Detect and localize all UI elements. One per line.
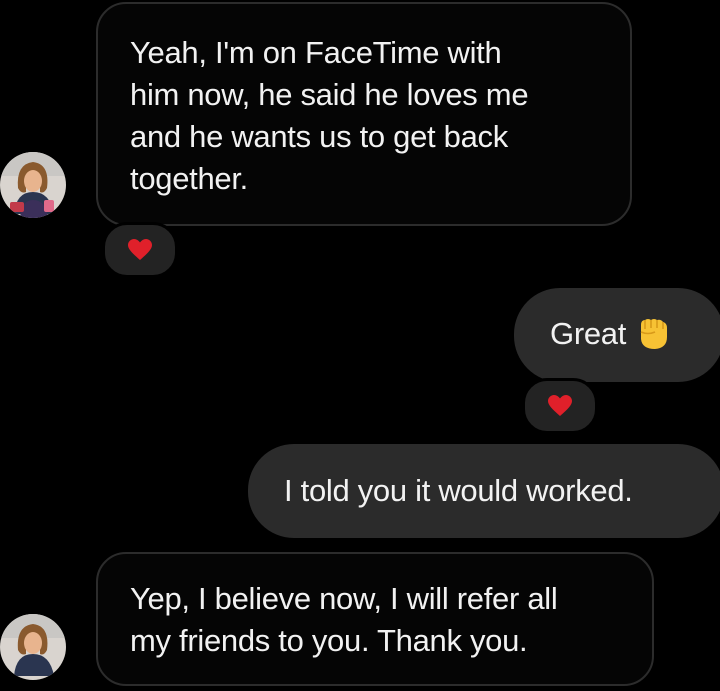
contact-avatar[interactable]	[0, 152, 66, 218]
contact-avatar-image	[0, 152, 66, 218]
message-text: Great	[550, 316, 627, 351]
message-text: I told you it would worked.	[284, 473, 633, 508]
incoming-message-bubble[interactable]: Yep, I believe now, I will refer all my …	[96, 552, 654, 686]
message-reaction[interactable]	[522, 378, 598, 434]
message-reaction[interactable]	[102, 222, 178, 278]
outgoing-message-bubble[interactable]: I told you it would worked.	[248, 444, 720, 538]
red-heart-icon	[548, 395, 572, 416]
red-heart-icon	[128, 239, 152, 260]
incoming-message-bubble[interactable]: Yeah, I'm on FaceTime with him now, he s…	[96, 2, 632, 226]
contact-avatar-image	[0, 614, 66, 680]
outgoing-message-bubble[interactable]: Great	[514, 288, 720, 382]
message-text: Yeah, I'm on FaceTime with him now, he s…	[130, 35, 529, 196]
contact-avatar[interactable]	[0, 614, 66, 680]
message-text: Yep, I believe now, I will refer all my …	[130, 581, 558, 658]
raised-fist-emoji-icon	[636, 315, 670, 362]
